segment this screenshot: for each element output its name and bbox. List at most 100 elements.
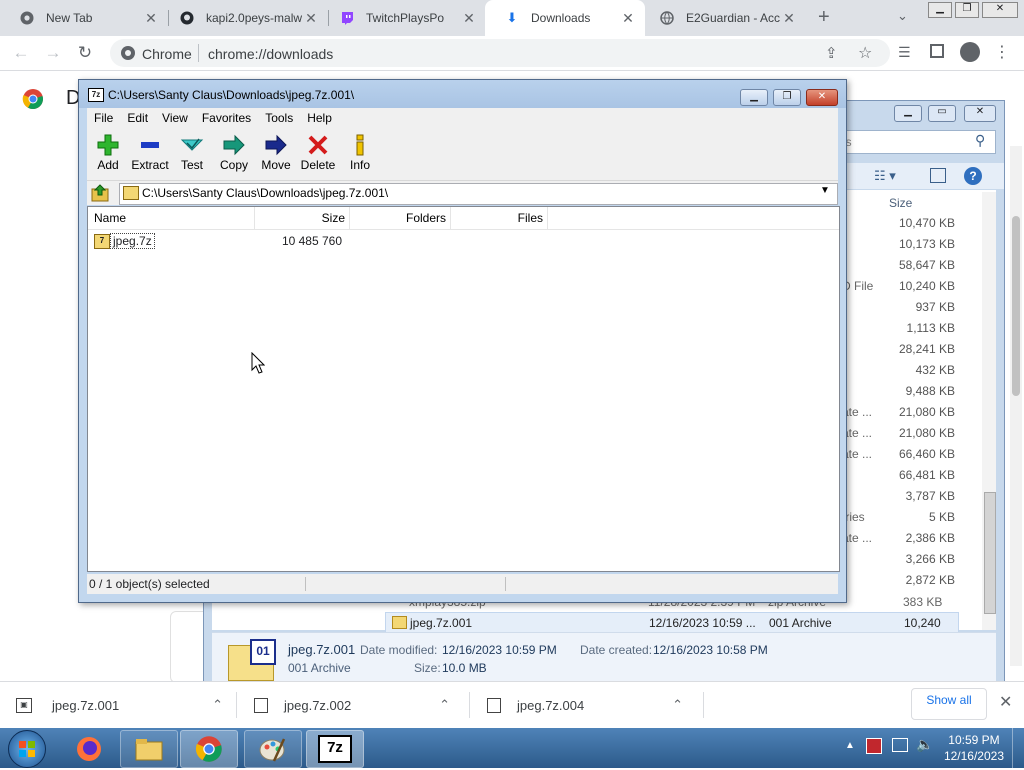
test-button[interactable]: Test — [171, 132, 213, 178]
action-center-flag-icon[interactable] — [866, 738, 882, 754]
tab-downloads[interactable]: ⬇ Downloads ✕ — [485, 0, 645, 36]
sevenzip-taskbar-icon[interactable]: 7z — [306, 730, 364, 768]
explorer-row-selected[interactable]: jpeg.7z.001 12/16/2023 10:59 ... 001 Arc… — [385, 612, 959, 644]
file-explorer-icon[interactable] — [120, 730, 178, 768]
tab-twitch[interactable]: TwitchPlaysPo ✕ — [320, 4, 486, 32]
close-window-button[interactable]: ✕ — [982, 2, 1018, 18]
shelf-divider — [236, 692, 237, 718]
download-item[interactable]: jpeg.7z.004 ⌃ — [487, 690, 687, 720]
explorer-minimize-button[interactable]: ▁ — [894, 105, 922, 122]
info-button[interactable]: Info — [339, 132, 381, 178]
network-icon[interactable] — [892, 738, 908, 752]
row-name: jpeg.7z.001 — [410, 616, 473, 630]
extract-icon — [129, 132, 171, 158]
profile-avatar-icon[interactable] — [960, 42, 980, 62]
row-date: 12/16/2023 10:59 ... — [649, 616, 756, 630]
archive-file-icon — [392, 616, 407, 629]
tab-strip: New Tab ✕ kapi2.0peys-malw ✕ TwitchPlays… — [0, 0, 1024, 36]
archive-row[interactable]: 7 jpeg.7z 10 485 760 — [90, 233, 450, 251]
sevenzip-titlebar[interactable]: 7z C:\Users\Santy Claus\Downloads\jpeg.7… — [79, 80, 846, 108]
close-icon[interactable]: ✕ — [142, 10, 160, 27]
column-size[interactable]: Size — [249, 207, 350, 229]
reload-icon[interactable]: ↻ — [74, 42, 96, 64]
menu-help[interactable]: Help — [307, 111, 332, 125]
show-all-button[interactable]: Show all — [911, 688, 987, 720]
row-size: 21,080 KB — [898, 405, 955, 419]
help-icon[interactable]: ? — [964, 167, 982, 185]
menu-file[interactable]: File — [94, 111, 113, 125]
show-desktop-button[interactable] — [1012, 728, 1024, 768]
copy-button[interactable]: Copy — [213, 132, 255, 178]
sevenzip-close-button[interactable]: ✕ — [806, 89, 838, 106]
menu-view[interactable]: View — [162, 111, 188, 125]
menu-favorites[interactable]: Favorites — [202, 111, 251, 125]
sevenzip-restore-button[interactable]: ❐ — [773, 89, 801, 106]
dropdown-arrow-icon[interactable]: ▼ — [820, 185, 830, 196]
explorer-scrollbar[interactable] — [982, 192, 996, 630]
kebab-menu-icon[interactable]: ⋮ — [994, 42, 1010, 62]
address-input[interactable]: C:\Users\Santy Claus\Downloads\jpeg.7z.0… — [119, 183, 838, 205]
column-files[interactable]: Files — [451, 207, 548, 229]
sevenzip-minimize-button[interactable]: ▁ — [740, 89, 768, 106]
download-item[interactable]: ▣ jpeg.7z.001 ⌃ — [16, 690, 231, 720]
move-button[interactable]: Move — [255, 132, 297, 178]
share-icon[interactable]: ⇪ — [825, 44, 838, 62]
minimize-button[interactable]: ▁ — [928, 2, 952, 18]
bookmark-star-icon[interactable]: ☆ — [858, 43, 872, 63]
close-icon[interactable]: ✕ — [619, 10, 637, 27]
close-icon[interactable]: ✕ — [302, 10, 320, 27]
new-tab-button[interactable]: + — [818, 6, 830, 29]
chevron-up-icon[interactable]: ⌃ — [212, 697, 223, 713]
browser-toolbar: ← → ↻ Chrome chrome://downloads ⇪ ☆ ☰ ⋮ — [0, 36, 1024, 71]
details-created-value: 12/16/2023 10:58 PM — [653, 643, 768, 657]
close-icon[interactable]: ✕ — [780, 10, 798, 27]
windows-start-icon[interactable] — [8, 730, 46, 768]
explorer-maximize-button[interactable]: ▭ — [928, 105, 956, 122]
forward-arrow-icon[interactable]: → — [42, 42, 64, 64]
chrome-taskbar-icon[interactable] — [180, 730, 238, 768]
copy-icon — [213, 132, 255, 158]
close-shelf-icon[interactable]: ✕ — [999, 692, 1012, 712]
tab-e2guardian[interactable]: E2Guardian - Acc ✕ — [640, 4, 806, 32]
firefox-icon[interactable] — [60, 730, 118, 768]
delete-button[interactable]: Delete — [297, 132, 339, 178]
side-panel-icon[interactable] — [930, 44, 944, 58]
chevron-up-icon[interactable]: ⌃ — [439, 697, 450, 713]
size-column-header[interactable]: Size — [889, 196, 912, 210]
details-modified-value: 12/16/2023 10:59 PM — [442, 643, 557, 657]
column-name[interactable]: Name — [88, 207, 255, 229]
add-button[interactable]: Add — [87, 132, 129, 178]
explorer-close-button[interactable]: ✕ — [964, 105, 996, 122]
chevron-up-icon[interactable]: ⌃ — [672, 697, 683, 713]
explorer-scrollbar-thumb[interactable] — [984, 492, 996, 614]
download-item-name: jpeg.7z.002 — [284, 697, 352, 713]
view-options-icon[interactable]: ☷ ▾ — [874, 168, 896, 184]
page-scrollbar[interactable] — [1010, 146, 1022, 666]
tray-expand-icon[interactable]: ▲ — [845, 740, 855, 751]
system-clock[interactable]: 10:59 PM 12/16/2023 — [944, 732, 1004, 764]
tab-new-tab[interactable]: New Tab ✕ — [0, 4, 168, 32]
omnibox[interactable]: Chrome chrome://downloads ⇪ ☆ — [110, 39, 890, 67]
file-icon — [254, 697, 268, 713]
media-queue-icon[interactable]: ☰ — [898, 44, 911, 61]
sevenzip-menubar: File Edit View Favorites Tools Help — [87, 108, 838, 128]
menu-tools[interactable]: Tools — [265, 111, 293, 125]
volume-icon[interactable]: 🔈 — [916, 736, 933, 753]
column-folders[interactable]: Folders — [350, 207, 451, 229]
download-item[interactable]: jpeg.7z.002 ⌃ — [254, 690, 454, 720]
globe-icon — [660, 11, 674, 25]
tool-label: Extract — [131, 158, 169, 172]
page-scrollbar-thumb[interactable] — [1012, 216, 1020, 396]
paint-icon[interactable] — [244, 730, 302, 768]
menu-edit[interactable]: Edit — [127, 111, 148, 125]
tab-search-chevron-icon[interactable]: ⌄ — [897, 8, 908, 24]
parent-folder-icon[interactable] — [91, 183, 111, 203]
close-icon[interactable]: ✕ — [460, 10, 478, 27]
explorer-search-input[interactable]: ds ⚲ — [834, 130, 996, 154]
preview-pane-icon[interactable] — [930, 168, 946, 183]
row-type: 001 Archive — [769, 616, 832, 630]
tab-github[interactable]: kapi2.0peys-malw ✕ — [160, 4, 328, 32]
back-arrow-icon[interactable]: ← — [10, 42, 32, 64]
restore-button[interactable]: ❐ — [955, 2, 979, 18]
extract-button[interactable]: Extract — [129, 132, 171, 178]
